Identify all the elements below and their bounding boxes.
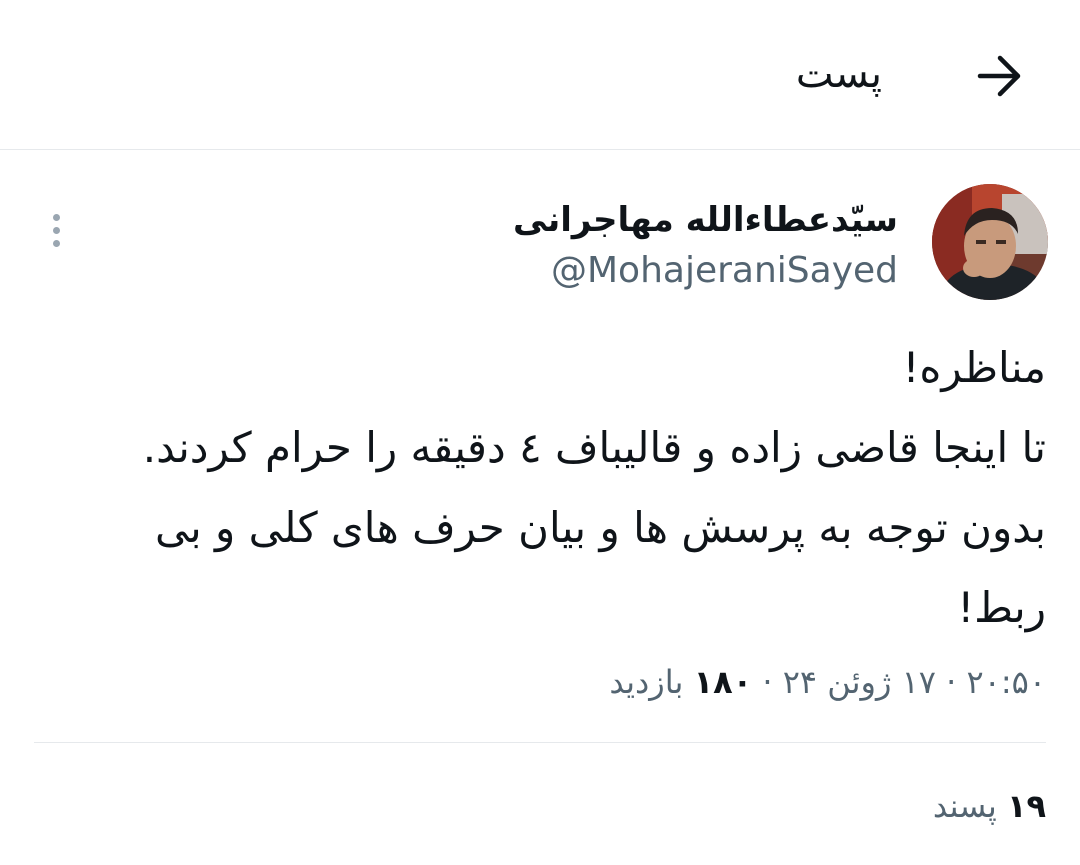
more-vertical-icon: [52, 213, 60, 221]
tweet-date[interactable]: ۱۷ ژوئن ۲۴: [783, 663, 936, 701]
views-count: ۱۸۰: [693, 663, 753, 701]
likes-count: ۱۹: [1006, 787, 1046, 825]
page-title: پست: [795, 51, 882, 97]
tweet-text-line: تا اینجا قاضی زاده و قالیباف ٤ دقیقه را …: [142, 423, 1046, 472]
views-label: بازدید: [609, 663, 684, 701]
author-handle[interactable]: @MohajeraniSayed: [551, 246, 898, 296]
tweet-text-line: ربط!: [957, 583, 1046, 632]
divider: [34, 742, 1046, 743]
arrow-right-icon: [977, 55, 1021, 97]
tweet-text: مناظره! تا اینجا قاضی زاده و قالیباف ٤ د…: [86, 328, 1046, 648]
likes-stat[interactable]: ۱۹ پسند: [933, 776, 1046, 836]
more-options-button[interactable]: [36, 205, 76, 255]
tweet-text-line: مناظره!: [902, 343, 1046, 392]
author-display-name[interactable]: سیّدعطاءالله مهاجرانی: [513, 194, 898, 246]
meta-separator: ·: [762, 663, 773, 701]
top-bar: پست: [0, 0, 1080, 150]
tweet-text-line: بدون توجه به پرسش ها و بیان حرف های کلی …: [154, 503, 1046, 552]
avatar[interactable]: [932, 184, 1048, 300]
back-button[interactable]: [968, 44, 1032, 108]
tweet-time[interactable]: ۲۰:۵۰: [966, 663, 1046, 701]
tweet-meta: ۲۰:۵۰ · ۱۷ ژوئن ۲۴ · ۱۸۰ بازدید: [609, 652, 1046, 712]
meta-separator: ·: [946, 663, 957, 701]
likes-label: پسند: [932, 787, 997, 825]
profile-photo: [932, 184, 1048, 300]
